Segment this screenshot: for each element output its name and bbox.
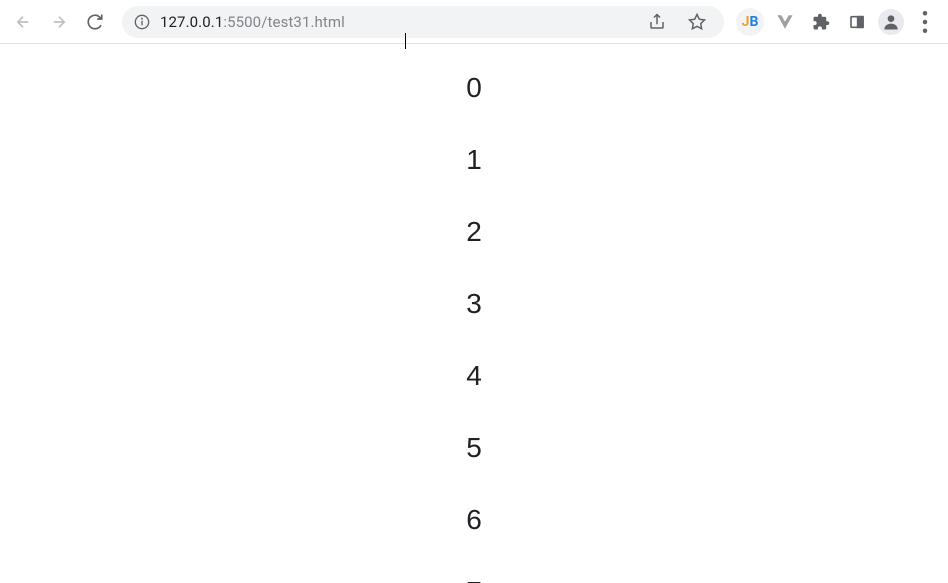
page-viewport: 0 1 2 3 4 5 6 7 8 9 10 11 12 13 14 [0, 44, 948, 583]
list-item: 2 [0, 216, 948, 248]
share-button[interactable] [642, 7, 672, 37]
star-icon [688, 13, 706, 31]
person-icon [881, 12, 901, 32]
puzzle-icon [812, 13, 830, 31]
forward-button[interactable] [44, 7, 74, 37]
arrow-right-icon [50, 13, 68, 31]
profile-avatar[interactable] [878, 9, 904, 35]
extension-jb[interactable]: JB [736, 8, 764, 36]
side-panel-button[interactable] [842, 7, 872, 37]
list-item: 7 [0, 576, 948, 583]
extension-vue[interactable] [770, 7, 800, 37]
arrow-left-icon [14, 13, 32, 31]
list-item: 6 [0, 504, 948, 536]
side-panel-icon [849, 14, 865, 30]
list-item: 5 [0, 432, 948, 464]
vue-icon [776, 13, 794, 31]
jb-letter-b: B [749, 14, 758, 30]
back-button[interactable] [8, 7, 38, 37]
list-item: 1 [0, 144, 948, 176]
list-item: 4 [0, 360, 948, 392]
list-item: 3 [0, 288, 948, 320]
page-content[interactable]: 0 1 2 3 4 5 6 7 8 9 10 11 12 13 14 [0, 44, 948, 583]
browser-menu-button[interactable] [910, 7, 940, 37]
address-bar[interactable]: 127.0.0.1:5500/test31.html [122, 6, 724, 38]
jb-letter-j: J [742, 14, 750, 30]
share-icon [648, 13, 666, 31]
browser-toolbar: 127.0.0.1:5500/test31.html JB [0, 0, 948, 44]
bookmark-button[interactable] [682, 7, 712, 37]
info-icon [134, 14, 150, 30]
list-item: 0 [0, 72, 948, 104]
more-vertical-icon [910, 7, 940, 37]
extensions-button[interactable] [806, 7, 836, 37]
reload-icon [86, 13, 104, 31]
url-text: 127.0.0.1:5500/test31.html [160, 13, 632, 31]
reload-button[interactable] [80, 7, 110, 37]
